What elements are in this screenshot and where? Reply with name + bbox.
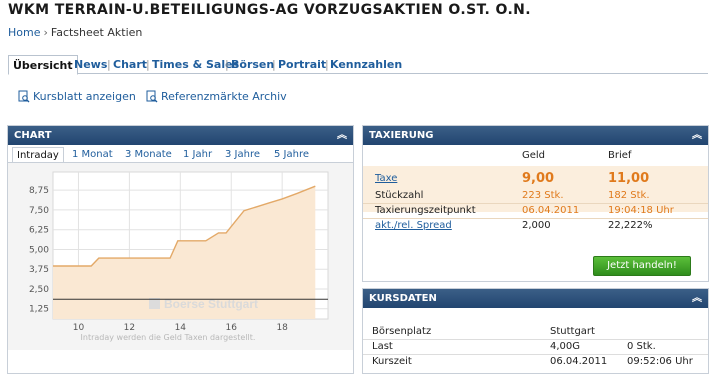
- last-label: Last: [372, 341, 393, 352]
- stueckzahl-brief: 182 Stk.: [608, 190, 650, 201]
- tab-news[interactable]: News: [74, 55, 107, 73]
- table-row-kurszeit: Kurszeit 06.04.2011 09:52:06 Uhr: [363, 355, 708, 369]
- taxierung-panel-title: TAXIERUNG: [369, 130, 434, 141]
- table-header-row: Geld Brief: [363, 149, 708, 163]
- y-tick-label: 5,00: [29, 245, 49, 255]
- taxe-brief: 11,00: [608, 171, 650, 186]
- chevron-up-icon[interactable]: ︽: [692, 289, 702, 308]
- taxierung-table: Geld Brief Taxe 9,00 11,00 Stückzahl 223…: [363, 149, 708, 239]
- tab-boersen[interactable]: Börsen: [231, 55, 274, 73]
- chevron-up-icon[interactable]: ︽: [692, 126, 702, 145]
- kurszeit-label: Kurszeit: [372, 356, 412, 367]
- spread-brief: 22,222%: [608, 220, 653, 231]
- referenzmaerkte-label: Referenzmärkte Archiv: [161, 90, 287, 103]
- stueckzahl-geld: 223 Stk.: [522, 190, 564, 201]
- table-row-stueckzahl: Stückzahl 223 Stk. 182 Stk.: [363, 189, 708, 204]
- last-value: 4,00G: [550, 341, 581, 352]
- chart-tab-intraday[interactable]: Intraday: [12, 147, 64, 163]
- boersenplatz-label: Börsenplatz: [372, 326, 432, 337]
- zeitpunkt-brief: 19:04:18 Uhr: [608, 205, 674, 216]
- tab-separator: |: [107, 58, 111, 71]
- x-tick-label: 10: [73, 323, 85, 333]
- breadcrumb-home-link[interactable]: Home: [8, 26, 40, 39]
- zeitpunkt-label: Taxierungszeitpunkt: [375, 205, 476, 216]
- y-tick-label: 8,75: [29, 186, 49, 196]
- y-tick-label: 6,25: [29, 226, 49, 236]
- y-tick-label: 3,75: [29, 265, 49, 275]
- intraday-chart: Boerse Stuttgart 8,757,506,255,003,752,5…: [29, 171, 329, 342]
- tab-separator: |: [146, 58, 150, 71]
- taxe-label[interactable]: Taxe: [375, 171, 397, 187]
- tab-separator: |: [272, 58, 276, 71]
- chart-panel-header: CHART ︽: [8, 126, 353, 145]
- tab-kennzahlen[interactable]: Kennzahlen: [330, 55, 402, 73]
- taxe-geld: 9,00: [522, 171, 555, 186]
- page-title: WKM TERRAIN-U.BETEILIGUNGS-AG VORZUGSAKT…: [8, 2, 531, 18]
- zeitpunkt-geld: 06.04.2011: [522, 205, 580, 216]
- tab-separator: |: [325, 58, 329, 71]
- tab-uebersicht[interactable]: Übersicht: [8, 55, 78, 75]
- breadcrumb-current: Factsheet Aktien: [50, 26, 143, 39]
- document-search-icon: [18, 90, 30, 103]
- kurszeit-value: 06.04.2011: [550, 356, 608, 367]
- kursdaten-table: Börsenplatz Stuttgart Last 4,00G 0 Stk. …: [363, 325, 708, 373]
- tab-chart[interactable]: Chart: [113, 55, 147, 73]
- chart-tab-1-monat[interactable]: 1 Monat: [72, 147, 113, 162]
- kursblatt-label: Kursblatt anzeigen: [33, 90, 136, 103]
- kursdaten-panel-title: KURSDATEN: [369, 293, 437, 304]
- table-row-taxe: Taxe 9,00 11,00: [363, 171, 708, 187]
- table-row-spread: akt./rel. Spread 2,000 22,222%: [363, 219, 708, 233]
- y-tick-label: 1,25: [29, 305, 49, 315]
- boersenplatz-value: Stuttgart: [550, 326, 595, 337]
- chart-panel-title: CHART: [14, 130, 52, 141]
- jetzt-handeln-button[interactable]: Jetzt handeln!: [593, 256, 691, 276]
- col-brief-header: Brief: [608, 150, 632, 161]
- breadcrumb: Home › Factsheet Aktien: [8, 26, 142, 39]
- table-row-zeitpunkt: Taxierungszeitpunkt 06.04.2011 19:04:18 …: [363, 204, 708, 219]
- kursdaten-panel-header: KURSDATEN ︽: [363, 289, 708, 308]
- kurszeit-extra: 09:52:06 Uhr: [627, 356, 693, 367]
- tab-portrait[interactable]: Portrait: [278, 55, 326, 73]
- spread-geld: 2,000: [522, 220, 551, 231]
- chart-panel: CHART ︽ Intraday 1 Monat 3 Monate 1 Jahr…: [7, 125, 354, 374]
- factsheet-tabs: Übersicht News | Chart | Times & Sales |…: [8, 55, 708, 75]
- document-search-icon: [146, 90, 158, 103]
- breadcrumb-separator: ›: [43, 26, 48, 39]
- taxierung-panel-header: TAXIERUNG ︽: [363, 126, 708, 145]
- x-tick-label: 18: [276, 323, 288, 333]
- y-tick-label: 7,50: [29, 206, 49, 216]
- chart-caption: Intraday werden die Geld Taxen dargestel…: [81, 333, 256, 342]
- referenzmaerkte-link[interactable]: Referenzmärkte Archiv: [146, 90, 287, 103]
- kursdaten-panel: KURSDATEN ︽ Börsenplatz Stuttgart Last 4…: [362, 288, 709, 374]
- chart-tab-1-jahr[interactable]: 1 Jahr: [183, 147, 212, 162]
- chart-tab-5-jahre[interactable]: 5 Jahre: [274, 147, 309, 162]
- spread-label[interactable]: akt./rel. Spread: [375, 219, 452, 233]
- chart-tab-3-jahre[interactable]: 3 Jahre: [225, 147, 260, 162]
- col-geld-header: Geld: [522, 150, 546, 161]
- table-row-last: Last 4,00G 0 Stk.: [363, 340, 708, 355]
- x-tick-label: 14: [175, 323, 187, 333]
- stueckzahl-label: Stückzahl: [375, 190, 424, 201]
- x-tick-label: 12: [124, 323, 135, 333]
- chart-area: Boerse Stuttgart 8,75 7,50 6,25 5,00 3,75 2,5…: [8, 162, 353, 350]
- last-extra: 0 Stk.: [627, 341, 656, 352]
- chevron-up-icon[interactable]: ︽: [337, 126, 347, 145]
- kursblatt-link[interactable]: Kursblatt anzeigen: [18, 90, 136, 103]
- chart-tab-3-monate[interactable]: 3 Monate: [125, 147, 172, 162]
- tab-separator: |: [225, 58, 229, 71]
- x-tick-label: 16: [226, 323, 238, 333]
- table-row-boersenplatz: Börsenplatz Stuttgart: [363, 325, 708, 340]
- y-tick-label: 2,50: [29, 285, 49, 295]
